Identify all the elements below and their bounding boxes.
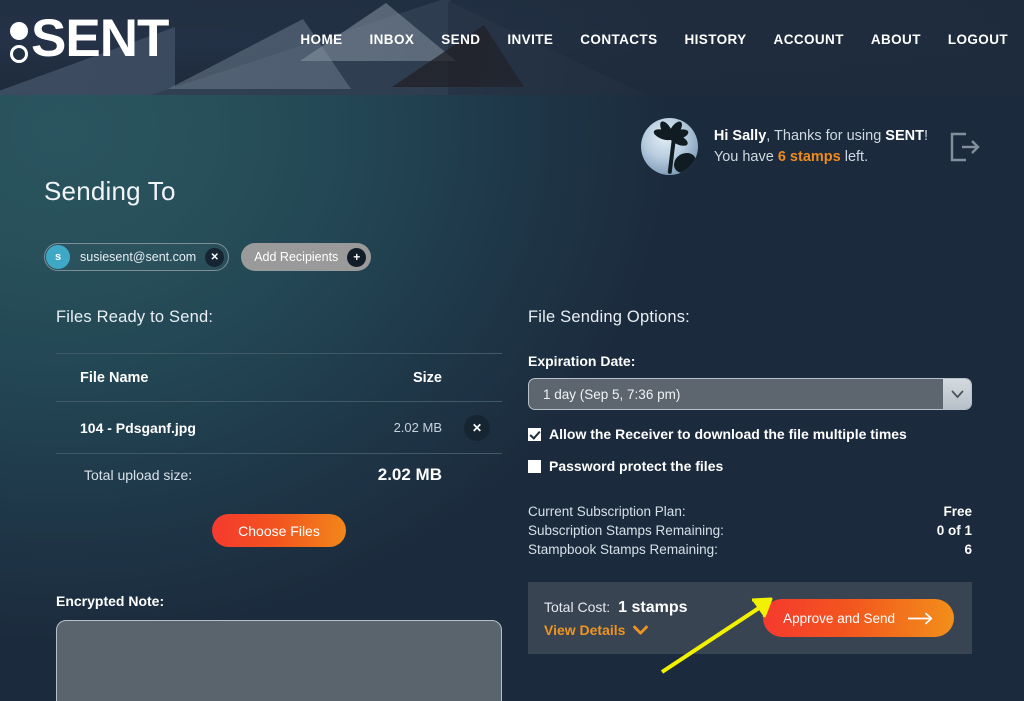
greeting-user-name: Hi Sally — [713, 127, 767, 144]
recipient-email: susiesent@sent.com — [80, 250, 197, 264]
files-heading: Files Ready to Send: — [56, 308, 214, 326]
file-name: 104 - Pdsganf.jpg — [80, 419, 196, 436]
current-plan-label: Current Subscription Plan: — [528, 504, 686, 519]
stampbook-stamps-label: Stampbook Stamps Remaining: — [528, 542, 718, 557]
nav-item-account[interactable]: ACCOUNT — [774, 32, 844, 47]
total-upload-size-value: 2.02 MB — [377, 465, 442, 484]
table-row: 104 - Pdsganf.jpg 2.02 MB ✕ — [56, 402, 502, 454]
total-cost-label: Total Cost: — [544, 598, 611, 615]
expiration-date-select[interactable]: 1 day (Sep 5, 7:36 pm) — [528, 378, 972, 410]
files-total-row: Total upload size: 2.02 MB — [56, 454, 502, 496]
greeting-line-1: Hi Sally, Thanks for using SENT! — [714, 126, 928, 147]
allow-multiple-downloads-checkbox[interactable]: Allow the Receiver to download the file … — [528, 426, 972, 442]
recipient-avatar: s — [46, 245, 70, 269]
exit-arrow-icon[interactable] — [944, 128, 982, 166]
view-details-label: View Details — [544, 621, 626, 638]
nav-item-history[interactable]: HISTORY — [684, 32, 746, 47]
options-column: File Sending Options: Expiration Date: 1… — [528, 308, 972, 654]
options-heading: File Sending Options: — [528, 308, 690, 326]
subscription-stamps-label: Subscription Stamps Remaining: — [528, 523, 724, 538]
column-header-file-name: File Name — [80, 369, 149, 386]
greeting-bar: Hi Sally, Thanks for using SENT! You hav… — [640, 118, 982, 175]
files-column: Files Ready to Send: File Name Size 104 … — [56, 308, 502, 701]
chevron-down-icon — [633, 625, 649, 635]
stamps-prefix: You have — [713, 148, 778, 165]
logo-wordmark: SENT — [31, 9, 169, 68]
nav-item-inbox[interactable]: INBOX — [370, 32, 415, 47]
plan-row-current-plan: Current Subscription Plan: Free — [528, 502, 972, 521]
nav-item-about[interactable]: ABOUT — [871, 32, 921, 47]
encrypted-note-input[interactable] — [56, 620, 502, 701]
password-protect-checkbox[interactable]: Password protect the files — [528, 458, 972, 474]
greeting-exclaim: ! — [923, 127, 928, 144]
plan-row-stampbook-stamps: Stampbook Stamps Remaining: 6 — [528, 540, 972, 559]
greeting-thanks: , Thanks for using — [766, 127, 886, 144]
palm-tree-avatar[interactable] — [640, 118, 698, 175]
total-cost-line: Total Cost: 1 stamps — [544, 599, 763, 617]
plan-row-subscription-stamps: Subscription Stamps Remaining: 0 of 1 — [528, 521, 972, 540]
site-logo[interactable]: SENT — [10, 9, 169, 68]
stamps-suffix: left. — [840, 148, 869, 165]
approve-and-send-button[interactable]: Approve and Send — [763, 599, 954, 637]
subscription-stamps-value: 0 of 1 — [936, 523, 972, 538]
checkbox-unchecked-icon — [528, 459, 541, 473]
total-cost-panel: Total Cost: 1 stamps View Details Approv… — [528, 582, 972, 654]
close-icon[interactable]: ✕ — [205, 247, 225, 267]
password-protect-label: Password protect the files — [549, 458, 724, 474]
greeting-line-2: You have 6 stamps left. — [714, 147, 928, 168]
file-size: 2.02 MB — [393, 420, 442, 435]
nav-item-send[interactable]: SEND — [441, 32, 480, 47]
file-actions: ✕ — [442, 414, 490, 441]
nav-item-logout[interactable]: LOGOUT — [948, 32, 1008, 47]
allow-multiple-downloads-label: Allow the Receiver to download the file … — [549, 426, 907, 442]
add-recipients-label: Add Recipients — [254, 250, 339, 264]
total-cost-group: Total Cost: 1 stamps View Details — [544, 599, 763, 638]
nav-item-contacts[interactable]: CONTACTS — [580, 32, 657, 47]
stamps-count: 6 stamps — [777, 148, 841, 165]
total-cost-value: 1 stamps — [618, 598, 688, 616]
recipient-chip[interactable]: s susiesent@sent.com ✕ — [44, 243, 230, 271]
recipients-row: s susiesent@sent.com ✕ Add Recipients + — [44, 243, 372, 271]
arrow-right-icon — [908, 612, 933, 624]
avatar-foliage — [673, 153, 696, 173]
logo-dots-icon — [10, 16, 28, 63]
add-recipients-button[interactable]: Add Recipients + — [241, 243, 372, 271]
files-table-header: File Name Size — [56, 354, 502, 402]
close-icon[interactable]: ✕ — [464, 414, 490, 441]
site-header: SENT HOME INBOX SEND INVITE CONTACTS HIS… — [0, 0, 1024, 95]
subscription-info: Current Subscription Plan: Free Subscrip… — [528, 502, 972, 559]
files-table: File Name Size 104 - Pdsganf.jpg 2.02 MB… — [56, 353, 502, 496]
nav-item-invite[interactable]: INVITE — [507, 32, 553, 47]
logo-dot-filled-icon — [10, 21, 28, 40]
greeting-text: Hi Sally, Thanks for using SENT! You hav… — [714, 126, 928, 168]
choose-files-button[interactable]: Choose Files — [212, 514, 346, 547]
view-details-link[interactable]: View Details — [544, 622, 763, 638]
stampbook-stamps-value: 6 — [964, 542, 972, 557]
main-navigation: HOME INBOX SEND INVITE CONTACTS HISTORY … — [300, 32, 1008, 47]
logo-dot-ring-icon — [10, 44, 28, 63]
plus-icon: + — [347, 247, 367, 267]
total-upload-size-label: Total upload size: — [84, 467, 193, 483]
current-plan-value: Free — [943, 504, 972, 519]
page-title: Sending To — [44, 176, 176, 206]
checkbox-checked-icon — [528, 427, 541, 441]
column-header-size: Size — [412, 369, 442, 386]
expiration-date-label: Expiration Date: — [528, 353, 636, 369]
nav-item-home[interactable]: HOME — [300, 32, 342, 47]
approve-and-send-label: Approve and Send — [783, 610, 895, 626]
expiration-date-field: 1 day (Sep 5, 7:36 pm) — [528, 378, 972, 410]
encrypted-note-label: Encrypted Note: — [56, 593, 165, 609]
greeting-brand: SENT — [885, 127, 924, 144]
